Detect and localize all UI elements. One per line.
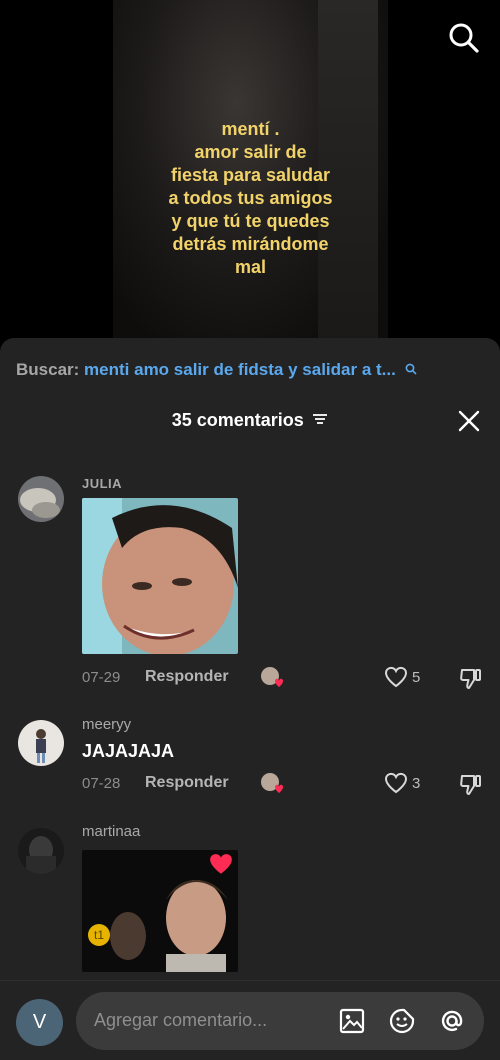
search-icon[interactable] bbox=[448, 22, 480, 54]
comment-username[interactable]: meeryy bbox=[82, 716, 131, 733]
thumbs-down-icon[interactable] bbox=[459, 666, 483, 695]
avatar[interactable] bbox=[18, 476, 64, 522]
comment-count: 35 comentarios bbox=[171, 410, 304, 430]
comment-input-placeholder: Agregar comentario... bbox=[94, 1010, 268, 1030]
comment-date: 07-28 bbox=[82, 775, 121, 792]
at-icon[interactable] bbox=[438, 1007, 466, 1035]
comments-header: 35 comentarios bbox=[0, 410, 500, 434]
image-icon[interactable] bbox=[338, 1007, 366, 1035]
avatar[interactable] bbox=[18, 720, 64, 766]
video-player[interactable]: mentí . amor salir de fiesta para saluda… bbox=[0, 0, 500, 345]
comment-composer: V Agregar comentario... bbox=[0, 980, 500, 1060]
heart-icon bbox=[208, 852, 234, 881]
search-query-link[interactable]: menti amo salir de fidsta y salidar a t.… bbox=[84, 360, 396, 379]
emoji-icon[interactable] bbox=[388, 1007, 416, 1035]
user-avatar[interactable]: V bbox=[16, 999, 63, 1046]
like-count: 3 bbox=[412, 775, 421, 792]
like-count: 5 bbox=[412, 669, 421, 686]
caption-line: mentí . bbox=[221, 119, 280, 139]
video-caption: mentí . amor salir de fiesta para saluda… bbox=[113, 118, 388, 279]
comment-media[interactable] bbox=[82, 498, 238, 654]
caption-line: mal bbox=[234, 257, 267, 277]
comments-sheet: Buscar: menti amo salir de fidsta y sali… bbox=[0, 338, 500, 1059]
comment-media[interactable]: t1 bbox=[82, 850, 238, 972]
comment-text: JAJAJAJA bbox=[82, 741, 175, 761]
heart-icon[interactable] bbox=[384, 666, 408, 693]
comment-username[interactable]: martinaa bbox=[82, 823, 140, 840]
reply-button[interactable]: Responder bbox=[145, 668, 229, 686]
caption-line: y que tú te quedes bbox=[171, 211, 330, 231]
caption-line: amor salir de bbox=[194, 142, 307, 162]
comment-date: 07-29 bbox=[82, 669, 121, 686]
search-suggestion[interactable]: Buscar: menti amo salir de fidsta y sali… bbox=[16, 360, 440, 380]
creator-liked-icon bbox=[260, 666, 283, 688]
caption-line: detrás mirándome bbox=[172, 234, 329, 254]
search-icon bbox=[405, 360, 417, 380]
reply-button[interactable]: Responder bbox=[145, 774, 229, 792]
avatar[interactable] bbox=[18, 828, 64, 874]
caption-line: a todos tus amigos bbox=[168, 188, 333, 208]
creator-liked-icon bbox=[260, 772, 283, 794]
comment-username[interactable]: JULIA bbox=[82, 476, 122, 491]
media-badge: t1 bbox=[88, 924, 110, 946]
filter-icon[interactable] bbox=[312, 412, 328, 431]
heart-icon[interactable] bbox=[384, 772, 408, 799]
close-icon[interactable] bbox=[458, 410, 480, 432]
comment-meta: 07-28 Responder 3 bbox=[82, 772, 492, 796]
caption-line: fiesta para saludar bbox=[170, 165, 331, 185]
search-label: Buscar: bbox=[16, 360, 80, 379]
thumbs-down-icon[interactable] bbox=[459, 772, 483, 801]
comment-meta: 07-29 Responder 5 bbox=[82, 666, 492, 690]
comment-input[interactable]: Agregar comentario... bbox=[76, 992, 484, 1050]
